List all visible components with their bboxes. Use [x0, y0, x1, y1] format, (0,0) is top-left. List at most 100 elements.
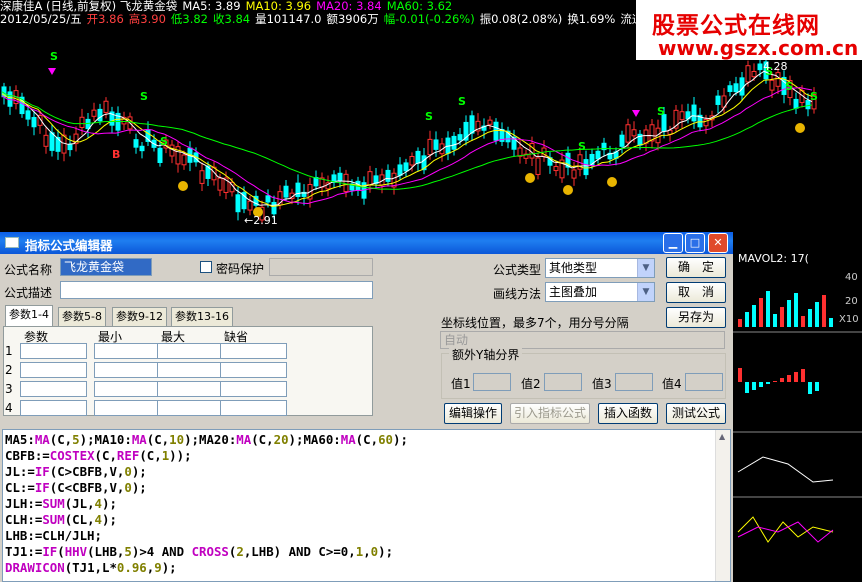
code-line: CL:=IF(C<CBFB,V,0); — [5, 480, 147, 495]
candle — [673, 105, 679, 133]
candle — [415, 147, 421, 172]
param-cell[interactable] — [157, 362, 224, 378]
candle — [325, 175, 331, 197]
tab-params-13-16[interactable]: 参数13-16 — [171, 307, 233, 326]
formula-editor-dialog[interactable]: 指标公式编辑器 ▁ □ ✕ 公式名称 飞龙黄金袋 密码保护 公式描述 公式类型 … — [0, 232, 733, 582]
volume-bar — [738, 319, 742, 327]
code-line: MA5:MA(C,5);MA10:MA(C,10);MA20:MA(C,20);… — [5, 432, 408, 447]
candle — [463, 115, 469, 146]
tab-params-5-8[interactable]: 参数5-8 — [58, 307, 106, 326]
tab-params-9-12[interactable]: 参数9-12 — [112, 307, 167, 326]
buy-signal-icon: B — [112, 148, 120, 161]
header-field: 高3.90 — [128, 12, 166, 26]
ma-line — [1, 87, 813, 204]
candle — [73, 126, 79, 152]
param-cell[interactable] — [94, 343, 161, 359]
scroll-up-icon[interactable]: ▲ — [719, 432, 725, 441]
candle — [487, 116, 493, 130]
tab-params-1-4[interactable]: 参数1-4 — [5, 305, 53, 327]
param-cell[interactable] — [20, 343, 87, 359]
chevron-down-icon[interactable]: ▼ — [637, 259, 654, 277]
extra-value-4-input[interactable] — [685, 373, 723, 391]
candle — [283, 179, 289, 202]
macd-bar — [752, 382, 756, 390]
param-cell[interactable] — [220, 343, 287, 359]
ma-line — [1, 91, 813, 190]
formula-type-value: 其他类型 — [549, 261, 598, 275]
candle — [637, 130, 643, 150]
side-tick-1: 40 — [845, 272, 858, 283]
param-cell[interactable] — [220, 362, 287, 378]
edit-ops-button[interactable]: 编辑操作 — [444, 403, 502, 424]
formula-desc-input[interactable] — [60, 281, 373, 299]
param-cell[interactable] — [20, 381, 87, 397]
sell-signal-icon: S — [425, 110, 433, 123]
editor-scrollbar[interactable]: ▲ — [715, 430, 730, 581]
cancel-button[interactable]: 取 消 — [666, 282, 726, 303]
param-cell[interactable] — [94, 400, 161, 416]
formula-name-input[interactable]: 飞龙黄金袋 — [60, 258, 152, 276]
draw-method-select[interactable]: 主图叠加 ▼ — [545, 282, 655, 302]
volume-bar — [766, 291, 770, 327]
macd-bar — [766, 382, 770, 384]
sell-signal-icon: S — [458, 95, 466, 108]
macd-bar — [808, 382, 812, 394]
code-line: JL:=IF(C>CBFB,V,0); — [5, 464, 147, 479]
code-line: CBFB:=COSTEX(C,REF(C,1)); — [5, 448, 192, 463]
volume-subchart[interactable]: MAVOL2: 17( 40 20 X10 — [733, 232, 862, 582]
header-field: 换1.69% — [567, 12, 616, 26]
close-icon[interactable]: ✕ — [708, 233, 728, 253]
param-cell[interactable] — [157, 343, 224, 359]
save-as-button[interactable]: 另存为 — [666, 307, 726, 328]
arrow-down-icon — [632, 110, 640, 117]
volume-bar — [773, 314, 777, 327]
header-field: 收3.84 — [213, 12, 251, 26]
extra-value-1-input[interactable] — [473, 373, 511, 391]
param-cell[interactable] — [94, 362, 161, 378]
param-cell[interactable] — [220, 381, 287, 397]
candle — [475, 113, 481, 136]
extra-value-3-input[interactable] — [615, 373, 653, 391]
extra-value-1-label: 值1 — [451, 377, 471, 391]
maximize-icon[interactable]: □ — [685, 233, 705, 253]
code-text[interactable]: MA5:MA(C,5);MA10:MA(C,10);MA20:MA(C,20);… — [5, 432, 408, 576]
candle — [121, 111, 127, 131]
dialog-titlebar[interactable]: 指标公式编辑器 ▁ □ ✕ — [0, 232, 733, 254]
extra-value-2-input[interactable] — [544, 373, 582, 391]
dialog-title: 指标公式编辑器 — [25, 238, 113, 253]
candle — [247, 195, 253, 216]
low-price-label: ←2.91 — [244, 214, 278, 227]
import-indicator-button[interactable]: 引入指标公式 — [510, 403, 590, 424]
candle — [727, 81, 733, 97]
money-bag-icon — [525, 173, 535, 183]
header-field: 额3906万 — [326, 12, 379, 26]
param-cell[interactable] — [94, 381, 161, 397]
password-checkbox[interactable] — [200, 261, 212, 273]
candle — [31, 110, 37, 136]
param-cell[interactable] — [157, 400, 224, 416]
test-formula-button[interactable]: 测试公式 — [666, 403, 726, 424]
formula-type-select[interactable]: 其他类型 ▼ — [545, 258, 655, 278]
param-cell[interactable] — [20, 400, 87, 416]
param-cell[interactable] — [157, 381, 224, 397]
formula-type-label: 公式类型 — [493, 263, 542, 277]
kline-chart[interactable]: SSSSSSSSSSB 深康佳A (日线,前复权) 飞龙黄金袋 MA5: 3.89… — [0, 0, 862, 232]
password-input[interactable] — [269, 258, 373, 276]
sell-signal-icon: S — [810, 90, 818, 103]
formula-code-editor[interactable]: MA5:MA(C,5);MA10:MA(C,10);MA20:MA(C,20);… — [2, 429, 731, 582]
insert-function-button[interactable]: 插入函数 — [598, 403, 658, 424]
macd-bar — [801, 369, 805, 382]
param-cell[interactable] — [220, 400, 287, 416]
candle — [553, 160, 559, 177]
volume-bar — [815, 302, 819, 327]
param-row-label: 2 — [5, 363, 13, 377]
ok-button[interactable]: 确 定 — [666, 257, 726, 278]
param-cell[interactable] — [20, 362, 87, 378]
minimize-icon[interactable]: ▁ — [663, 233, 683, 253]
chevron-down-icon[interactable]: ▼ — [637, 283, 654, 301]
macd-bar — [794, 372, 798, 382]
volume-bar — [808, 309, 812, 327]
macd-bar — [787, 375, 791, 382]
candle — [313, 170, 319, 191]
header-field: 2012/05/25/五 — [0, 12, 82, 26]
